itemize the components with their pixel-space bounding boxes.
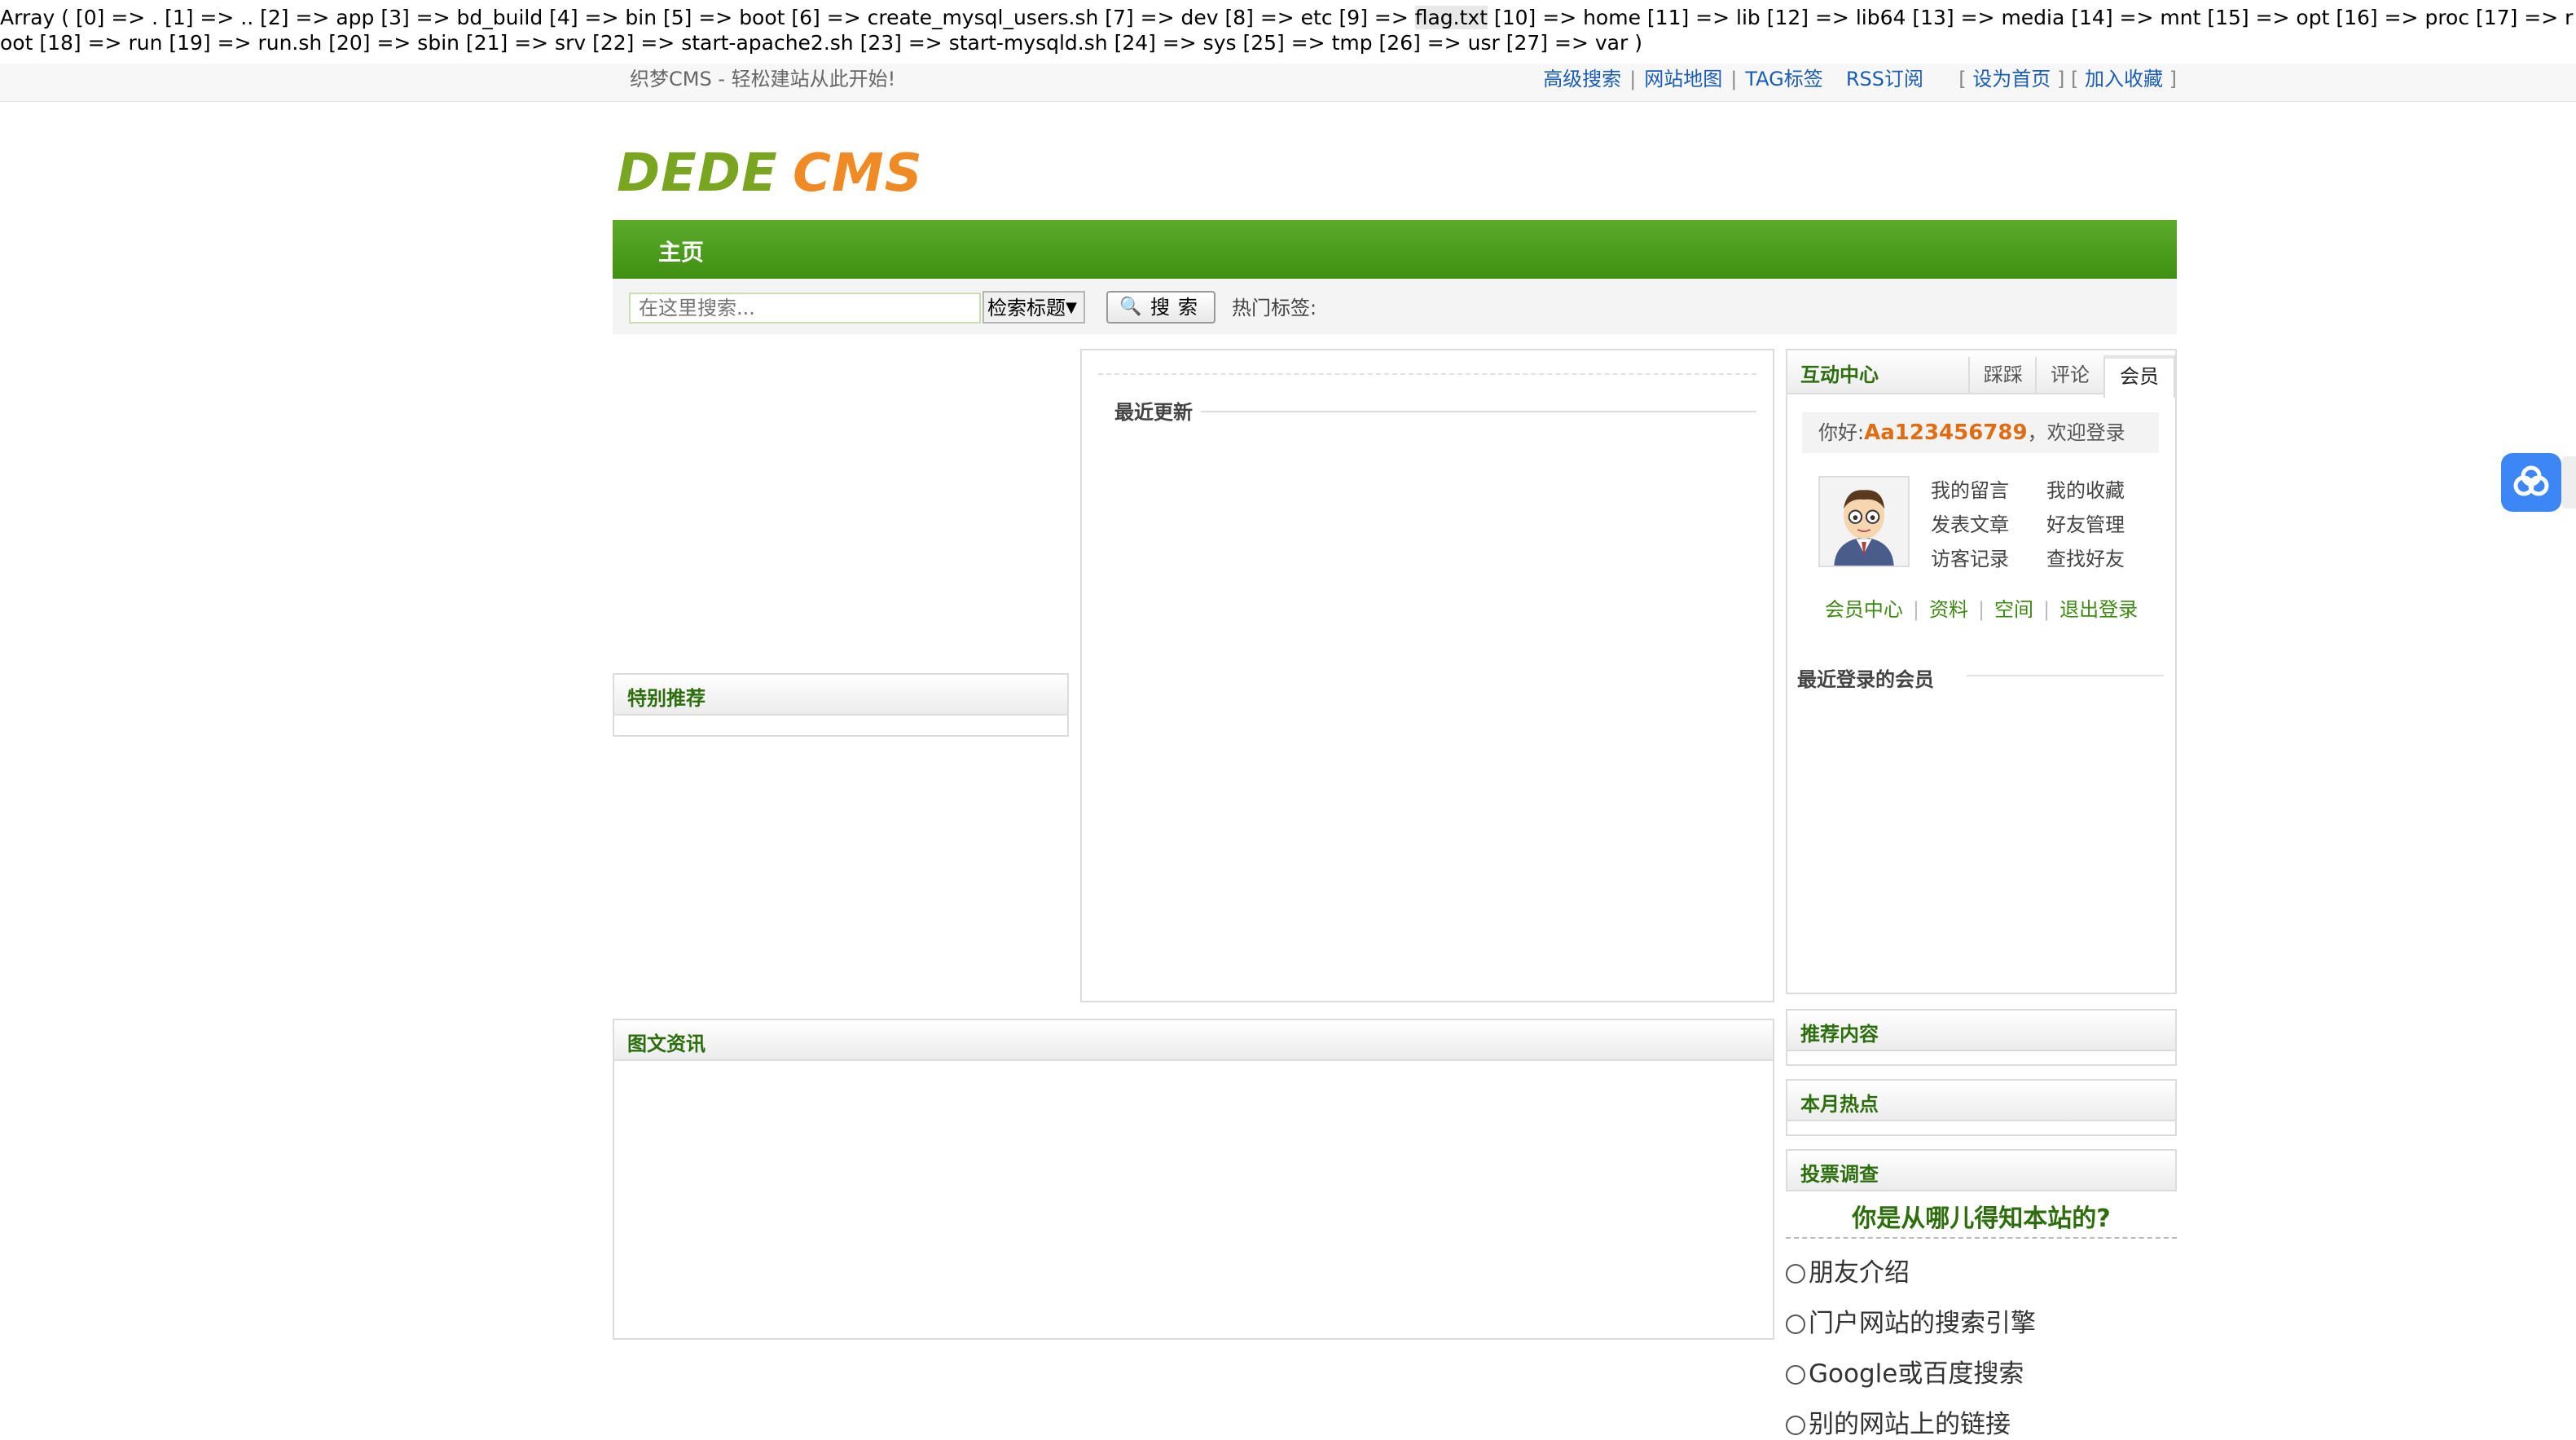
nav-item-home[interactable]: 主页 (658, 235, 704, 267)
main-nav: 主页 (613, 220, 2177, 279)
interaction-center-box: 互动中心 踩踩 评论 会员 你好:Aa123456789，欢迎登录 我的留言 我… (1786, 349, 2177, 994)
cloud-widget-button[interactable] (2501, 453, 2561, 512)
welcome-text: ，欢迎登录 (2027, 421, 2125, 444)
box-header: 本月热点 (1787, 1081, 2175, 1121)
space-link[interactable]: 空间 (1994, 598, 2033, 621)
sitemap-link[interactable]: 网站地图 (1644, 68, 1722, 90)
tab-header: 互动中心 踩踩 评论 会员 (1787, 350, 2175, 398)
vote-option-label: 门户网站的搜索引擎 (1809, 1309, 2036, 1338)
hot-tags-label: 热门标签: (1232, 297, 1317, 319)
special-recommend-title: 特别推荐 (627, 687, 706, 710)
vote-option-label: 朋友介绍 (1809, 1258, 1910, 1288)
search-type-value: 检索标题 (987, 297, 1066, 319)
avatar (1818, 476, 1910, 567)
vote-option-label: Google或百度搜索 (1809, 1359, 2024, 1389)
rss-link[interactable]: RSS订阅 (1846, 68, 1923, 90)
site-logo[interactable]: DEDE CMS (615, 140, 961, 205)
tab-member[interactable]: 会员 (2103, 355, 2175, 398)
vote-option[interactable]: 门户网站的搜索引擎 (1786, 1302, 2036, 1339)
separator: | (1912, 598, 1919, 621)
bracket: [ (1958, 68, 1967, 90)
bracket: ] (2056, 68, 2065, 90)
box-header: 推荐内容 (1787, 1011, 2175, 1051)
search-button[interactable]: 🔍 搜索 (1106, 291, 1215, 324)
find-friends-link[interactable]: 查找好友 (2046, 543, 2125, 571)
logout-link[interactable]: 退出登录 (2059, 598, 2138, 621)
username[interactable]: Aa123456789 (1864, 421, 2027, 445)
logo-text-cms: CMS (793, 143, 923, 204)
divider (1114, 411, 1756, 412)
welcome-bar: 你好:Aa123456789，欢迎登录 (1802, 412, 2159, 453)
top-bar (0, 64, 2576, 102)
debug-output: Array ( [0] => . [1] => .. [2] => app [3… (0, 5, 2576, 55)
divider (1098, 373, 1756, 375)
recent-updates-title: 最近更新 (1114, 396, 1201, 425)
advanced-search-link[interactable]: 高级搜索 (1543, 68, 1621, 90)
tab-caicai[interactable]: 踩踩 (1968, 357, 2037, 393)
month-hot-title: 本月热点 (1800, 1093, 1879, 1116)
tab-comments[interactable]: 评论 (2035, 357, 2103, 393)
recommend-box: 推荐内容 (1786, 1009, 2177, 1066)
tag-link[interactable]: TAG标签 (1745, 68, 1822, 90)
vote-option-label: 别的网站上的链接 (1809, 1410, 2011, 1439)
search-button-label: 搜索 (1150, 296, 1206, 319)
recent-updates-box: 最近更新 (1080, 349, 1774, 1002)
picture-news-box: 图文资讯 (613, 1019, 1774, 1340)
debug-text-before: Array ( [0] => . [1] => .. [2] => app [3… (0, 6, 1415, 29)
bookmark-link[interactable]: 加入收藏 (2085, 68, 2163, 90)
side-panel-handle[interactable] (2561, 456, 2576, 509)
recent-members-title: 最近登录的会员 (1797, 668, 1934, 691)
logo-text-dede: DEDE (617, 143, 778, 204)
post-article-link[interactable]: 发表文章 (1931, 509, 2009, 537)
bracket: [ (2070, 68, 2079, 90)
friends-manage-link[interactable]: 好友管理 (2046, 509, 2125, 537)
set-home-link[interactable]: 设为首页 (1972, 68, 2051, 90)
radio-icon[interactable] (1786, 1314, 1805, 1334)
month-hot-box: 本月热点 (1786, 1079, 2177, 1136)
vote-option[interactable]: 别的网站上的链接 (1786, 1403, 2011, 1440)
radio-icon[interactable] (1786, 1416, 1805, 1435)
vote-option[interactable]: 朋友介绍 (1786, 1252, 1910, 1288)
site-slogan: 织梦CMS - 轻松建站从此开始! (630, 68, 896, 90)
divider (1967, 675, 2164, 676)
vote-question: 你是从哪儿得知本站的? (1852, 1204, 2111, 1233)
my-favorites-link[interactable]: 我的收藏 (2046, 474, 2125, 503)
top-links: 高级搜索|网站地图|TAG标签|RSS订阅 [ 设为首页 ] [ 加入收藏 ] (1543, 67, 2177, 91)
profile-link[interactable]: 资料 (1929, 598, 1968, 621)
cloud-icon (2513, 465, 2549, 496)
separator: | (1977, 598, 1985, 621)
radio-icon[interactable] (1786, 1264, 1805, 1284)
bracket: ] (2169, 68, 2177, 90)
box-header: 图文资讯 (614, 1020, 1773, 1061)
picture-news-title: 图文资讯 (627, 1033, 706, 1055)
member-bottom-links: 会员中心 | 资料 | 空间 | 退出登录 (1787, 593, 2175, 622)
separator: | (1629, 68, 1637, 90)
search-type-select[interactable]: 检索标题 ▼ (982, 291, 1085, 324)
search-input[interactable] (629, 293, 981, 324)
my-messages-link[interactable]: 我的留言 (1931, 474, 2009, 503)
recommend-title: 推荐内容 (1800, 1023, 1879, 1046)
separator: | (1730, 68, 1738, 90)
visitor-log-link[interactable]: 访客记录 (1931, 543, 2009, 571)
vote-box: 投票调查 (1786, 1149, 2177, 1191)
divider (1786, 1237, 2177, 1239)
special-recommend-box: 特别推荐 (613, 673, 1069, 737)
search-icon: 🔍 (1119, 297, 1142, 317)
vote-title: 投票调查 (1800, 1163, 1879, 1186)
radio-icon[interactable] (1786, 1365, 1805, 1385)
box-header: 投票调查 (1787, 1151, 2175, 1191)
member-center-link[interactable]: 会员中心 (1825, 598, 1903, 621)
hello-label: 你好: (1818, 421, 1865, 444)
debug-text-highlight: flag.txt (1414, 6, 1488, 29)
separator: | (2043, 598, 2051, 621)
chevron-down-icon: ▼ (1066, 299, 1077, 316)
box-header: 特别推荐 (614, 675, 1067, 716)
search-bar: 检索标题 ▼ 🔍 搜索 热门标签: (613, 279, 2177, 334)
vote-option[interactable]: Google或百度搜索 (1786, 1353, 2024, 1389)
interaction-center-title: 互动中心 (1800, 363, 1879, 386)
